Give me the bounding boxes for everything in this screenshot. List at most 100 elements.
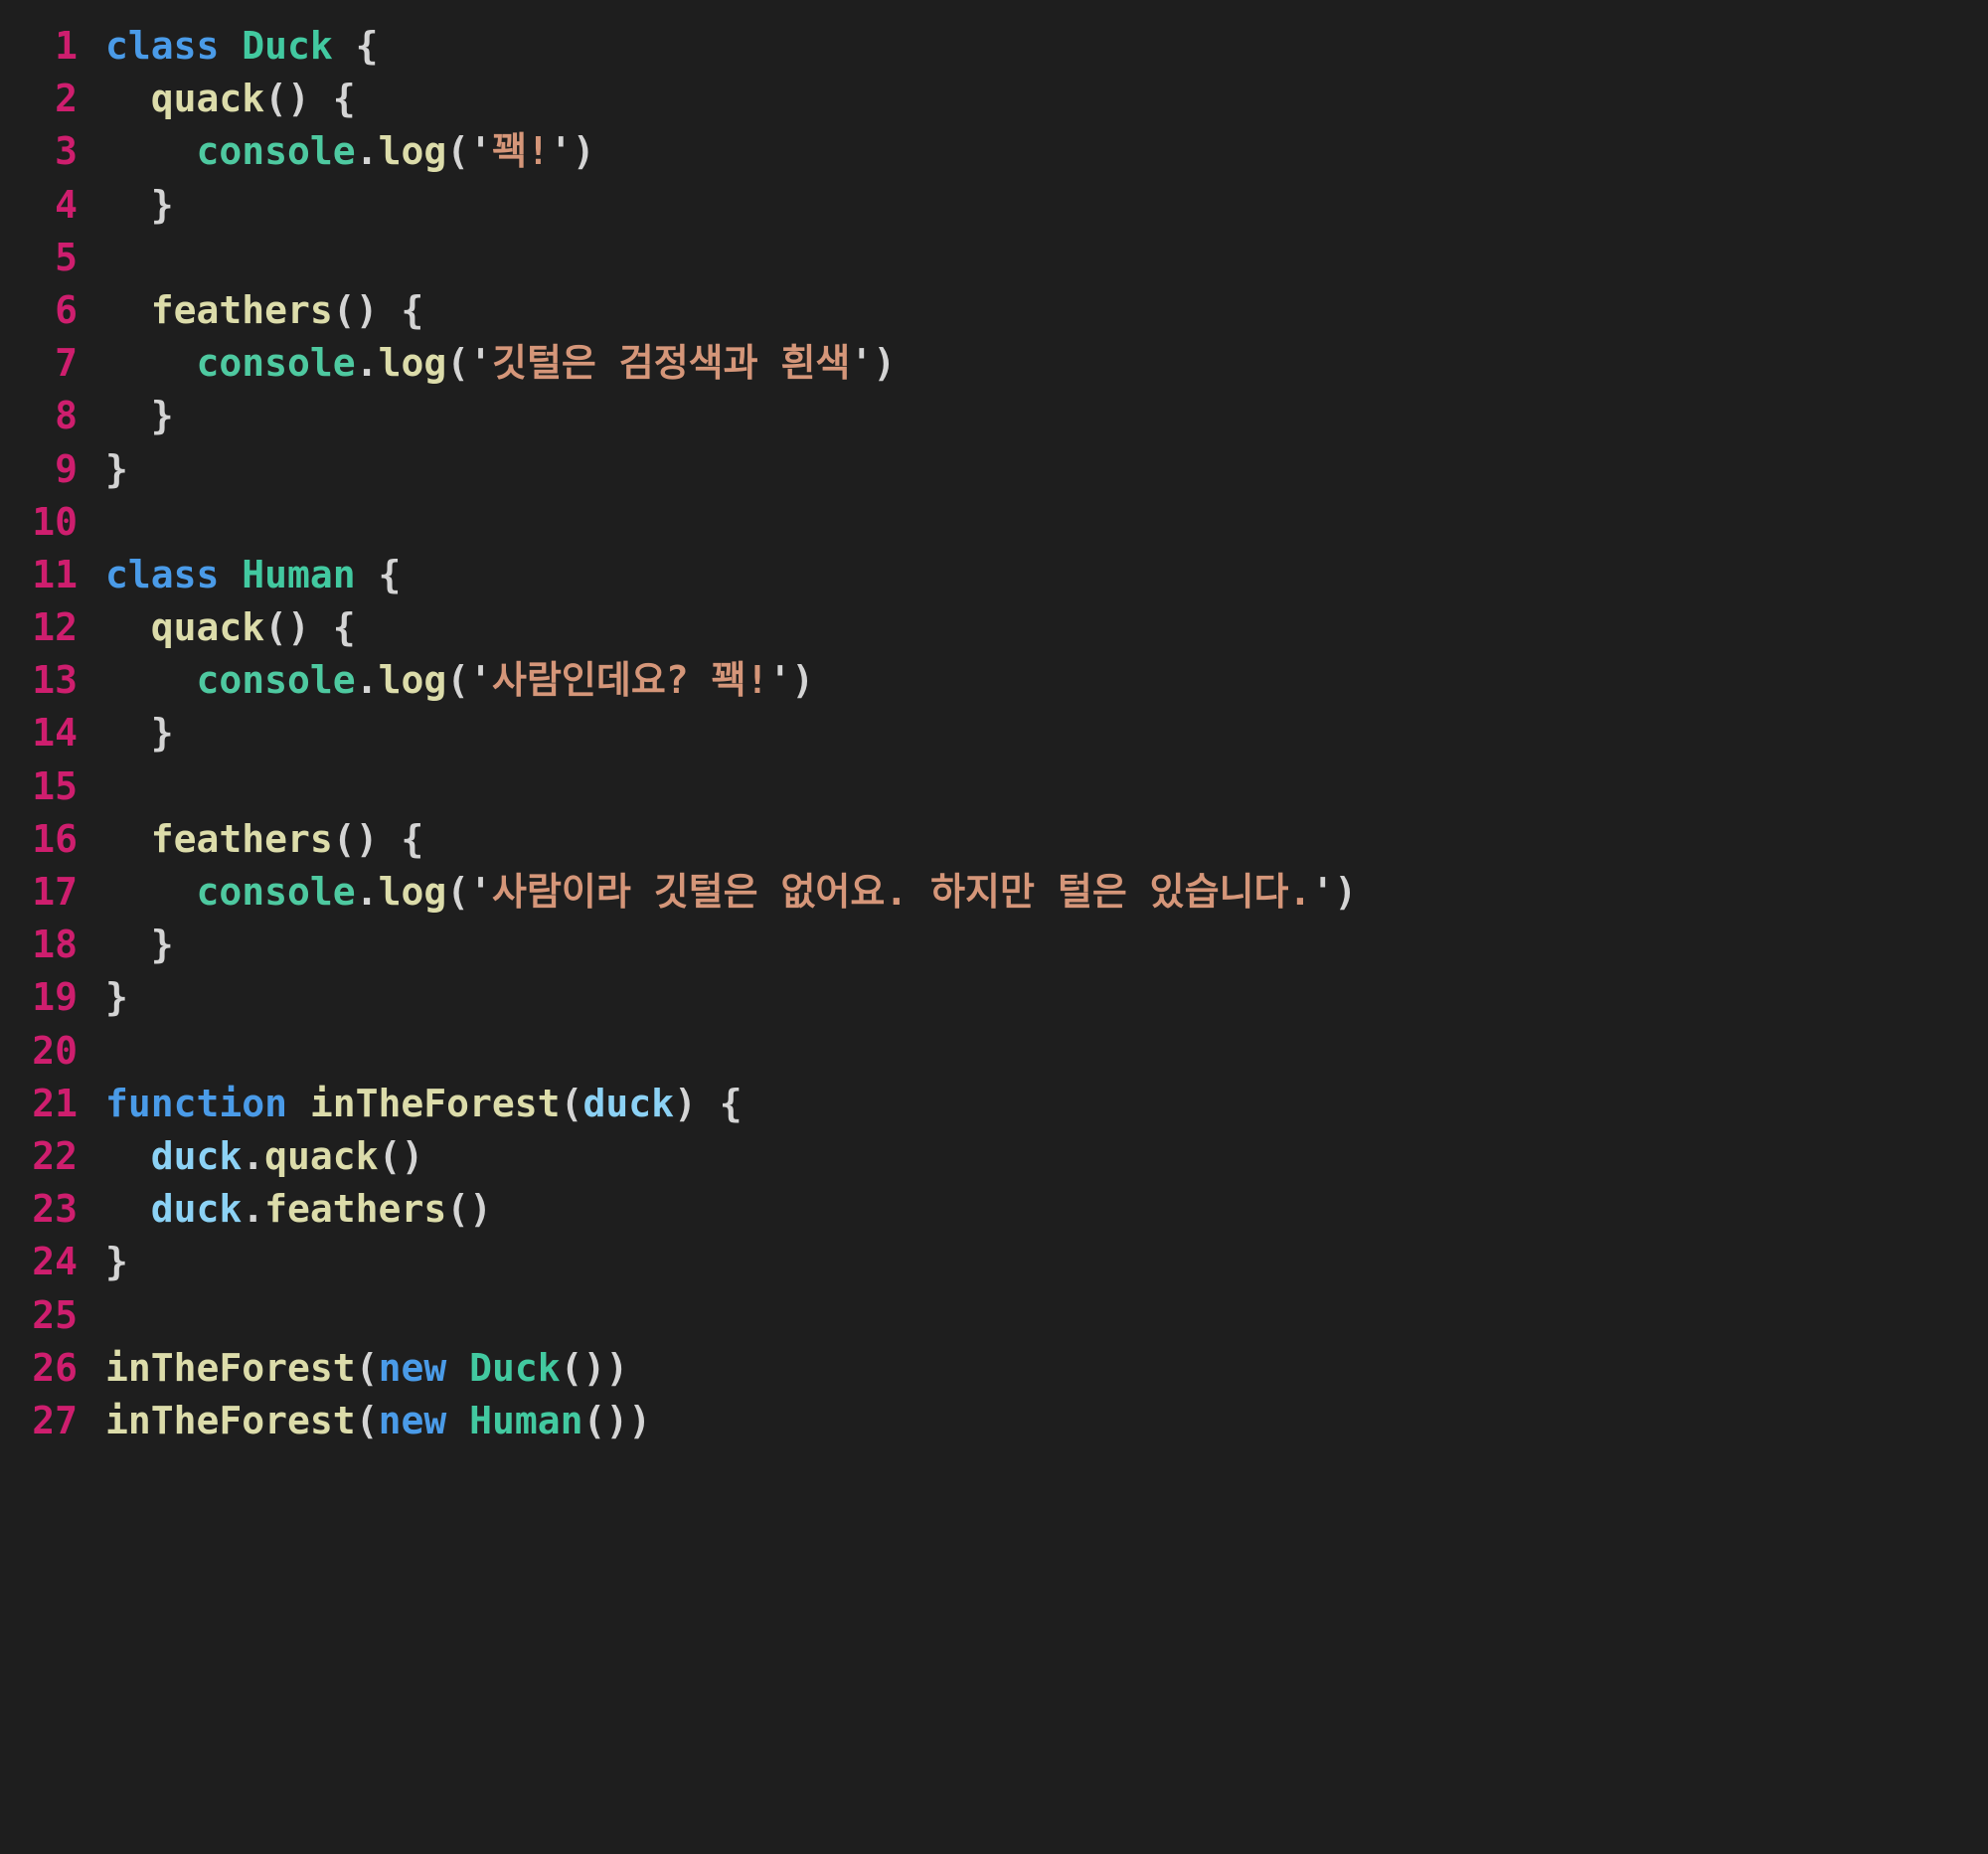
line-content[interactable]: quack() { [78, 601, 356, 654]
code-line[interactable]: 18 } [0, 919, 1988, 971]
token-method: quack [264, 1133, 379, 1178]
code-line[interactable]: 13 console.log('사람인데요? 꽥!') [0, 654, 1988, 707]
line-content[interactable]: feathers() { [78, 813, 424, 866]
token-punct: } [105, 182, 174, 227]
token-class: Human [469, 1398, 583, 1442]
token-punct: ( [446, 870, 470, 914]
token-var: duck [150, 1133, 243, 1178]
token-func: inTheForest [105, 1398, 356, 1442]
token-keyword: class [105, 552, 243, 596]
line-content[interactable]: quack() { [78, 73, 356, 125]
token-method: log [378, 870, 447, 914]
line-number: 17 [32, 870, 78, 914]
line-content[interactable] [78, 1289, 128, 1342]
token-punct: . [355, 129, 379, 174]
line-content[interactable]: } [78, 390, 174, 442]
token-punct: { [332, 24, 379, 68]
token-punct: { [355, 552, 402, 596]
code-line[interactable]: 4 } [0, 179, 1988, 232]
line-content[interactable]: console.log('사람이라 깃털은 없어요. 하지만 털은 있습니다.'… [78, 866, 1358, 919]
code-line[interactable]: 19} [0, 971, 1988, 1024]
code-line[interactable]: 27 inTheForest(new Human()) [0, 1395, 1988, 1447]
token-punct: () [378, 1133, 424, 1178]
line-number: 16 [32, 816, 78, 861]
code-line[interactable]: 3 console.log('꽥!') [0, 125, 1988, 178]
line-content[interactable]: console.log('꽥!') [78, 125, 595, 178]
line-number: 1 [55, 24, 78, 68]
line-number: 27 [32, 1398, 78, 1442]
line-content[interactable]: } [78, 971, 128, 1024]
token-keyword: new [378, 1398, 470, 1442]
code-line[interactable]: 20 [0, 1025, 1988, 1078]
token-punct: () [446, 1187, 492, 1232]
line-content[interactable]: console.log('깃털은 검정색과 흰색') [78, 337, 897, 390]
code-line[interactable]: 11 class Human { [0, 549, 1988, 601]
token-object: console [196, 870, 356, 914]
line-content[interactable] [78, 232, 128, 284]
code-line[interactable]: 22 duck.quack() [0, 1130, 1988, 1183]
line-content[interactable]: function inTheForest(duck) { [78, 1078, 743, 1130]
code-line[interactable]: 16 feathers() { [0, 813, 1988, 866]
code-line[interactable]: 7 console.log('깃털은 검정색과 흰색') [0, 337, 1988, 390]
line-content[interactable]: } [78, 179, 174, 232]
code-line[interactable]: 5 [0, 232, 1988, 284]
code-line[interactable]: 23 duck.feathers() [0, 1183, 1988, 1236]
token-method: quack [150, 605, 265, 650]
token-punct: ( [446, 658, 470, 703]
code-line[interactable]: 17 console.log('사람이라 깃털은 없어요. 하지만 털은 있습니… [0, 866, 1988, 919]
token-quote: ' [469, 658, 492, 703]
line-number: 10 [32, 499, 78, 544]
code-line[interactable]: 21 function inTheForest(duck) { [0, 1078, 1988, 1130]
code-line[interactable]: 26 inTheForest(new Duck()) [0, 1342, 1988, 1395]
line-number: 21 [32, 1081, 78, 1125]
line-content[interactable]: } [78, 1236, 128, 1288]
token-string: 꽥! [491, 129, 550, 174]
line-content[interactable]: class Human { [78, 549, 401, 601]
code-line[interactable]: 6 feathers() { [0, 284, 1988, 337]
line-content[interactable]: feathers() { [78, 284, 424, 337]
code-lines-container: 1 class Duck {2 quack() {3 console.log('꽥… [0, 20, 1988, 1447]
line-content[interactable]: } [78, 707, 174, 759]
token-punct: ()) [582, 1398, 652, 1442]
line-content[interactable]: inTheForest(new Duck()) [78, 1342, 628, 1395]
token-punct: ) [791, 658, 815, 703]
line-content[interactable]: class Duck { [78, 20, 379, 73]
token-punct: () { [332, 287, 424, 332]
token-punct: () { [264, 605, 356, 650]
code-line[interactable]: 25 [0, 1289, 1988, 1342]
line-content[interactable]: } [78, 443, 128, 496]
line-number: 19 [32, 975, 78, 1020]
line-content[interactable]: duck.quack() [78, 1130, 424, 1183]
token-punct: ) [572, 129, 595, 174]
line-content[interactable]: console.log('사람인데요? 꽥!') [78, 654, 815, 707]
line-number: 25 [32, 1292, 78, 1337]
code-editor[interactable]: 1 class Duck {2 quack() {3 console.log('꽥… [0, 0, 1988, 1854]
code-line[interactable]: 14 } [0, 707, 1988, 759]
code-line[interactable]: 1 class Duck { [0, 20, 1988, 73]
code-line[interactable]: 12 quack() { [0, 601, 1988, 654]
code-line[interactable]: 10 [0, 496, 1988, 549]
line-content[interactable] [78, 760, 128, 813]
code-line[interactable]: 2 quack() { [0, 73, 1988, 125]
code-line[interactable]: 15 [0, 760, 1988, 813]
line-number: 5 [55, 235, 78, 279]
line-content[interactable]: inTheForest(new Human()) [78, 1395, 651, 1447]
code-line[interactable]: 8 } [0, 390, 1988, 442]
line-content[interactable] [78, 496, 128, 549]
line-content[interactable]: duck.feathers() [78, 1183, 492, 1236]
token-punct: ( [355, 1345, 379, 1390]
token-param: duck [582, 1081, 674, 1125]
code-line[interactable]: 9} [0, 443, 1988, 496]
token-quote: ' [469, 129, 492, 174]
token-quote: ' [1311, 870, 1335, 914]
token-method: feathers [150, 816, 333, 861]
token-punct: } [105, 446, 128, 491]
line-number: 3 [55, 129, 78, 174]
token-punct: . [242, 1187, 265, 1232]
line-content[interactable]: } [78, 919, 174, 971]
code-line[interactable]: 24} [0, 1236, 1988, 1288]
line-content[interactable] [78, 1025, 128, 1078]
line-number: 22 [32, 1133, 78, 1178]
